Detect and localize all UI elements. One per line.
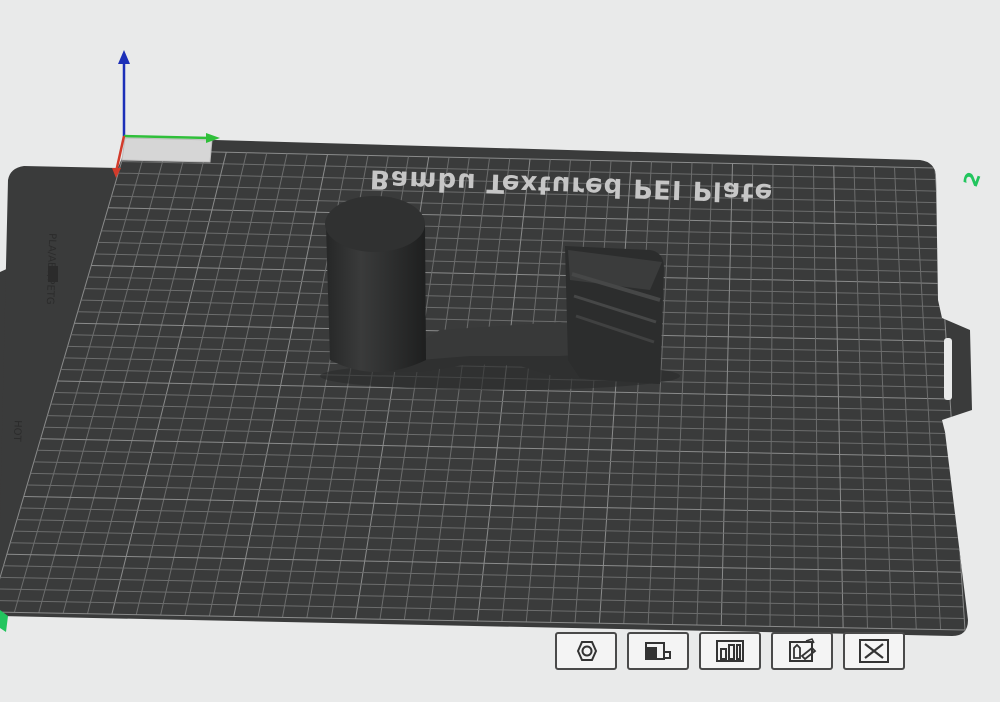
close-button[interactable] [843, 632, 905, 670]
origin-corner-patch [121, 137, 213, 163]
3d-viewport[interactable]: Bambu Textured PEI Plate PLA/ABS/PETG HO… [0, 0, 1000, 698]
plate-toolbar [555, 628, 955, 674]
z-axis-arrow [118, 50, 130, 64]
edit-button[interactable] [771, 632, 833, 670]
edit-plate-icon [789, 638, 817, 662]
layout-button[interactable] [699, 632, 761, 670]
build-plate-scene: Bambu Textured PEI Plate PLA/ABS/PETG HO… [0, 50, 986, 636]
lay-flat-icon [645, 642, 671, 660]
close-icon [859, 639, 889, 663]
y-axis-line [123, 134, 211, 140]
plate-tab-hot-label: HOT [11, 420, 23, 443]
arrange-bars-icon [716, 640, 744, 662]
model-cylinder-top [325, 196, 425, 252]
plate-number-label: 2 [958, 169, 985, 190]
arrange-button[interactable] [627, 632, 689, 670]
orient-button[interactable] [555, 632, 617, 670]
plate-handle-slot [944, 338, 952, 400]
hexagon-nut-icon [576, 641, 598, 661]
plate-tab-logo [48, 266, 58, 282]
